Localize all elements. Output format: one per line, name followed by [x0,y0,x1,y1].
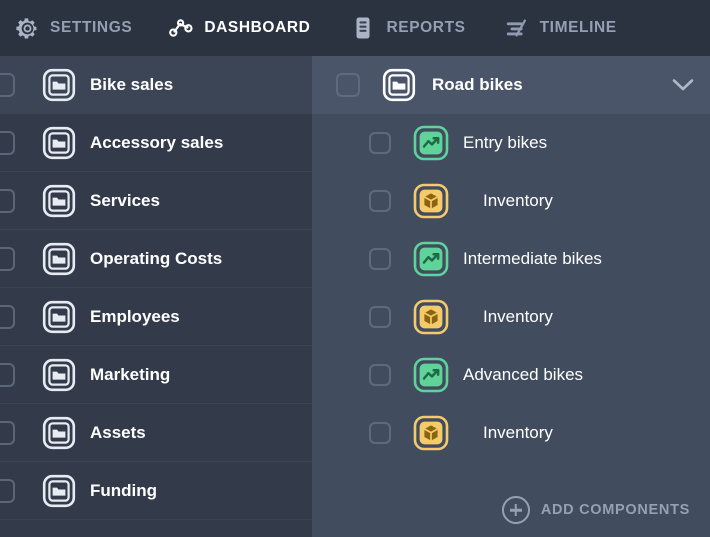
tab-dashboard[interactable]: DASHBOARD [158,0,336,56]
list-item[interactable]: Funding [0,462,312,520]
left-folder-list: Bike sales Accessory sales Services Oper… [0,56,312,537]
chart-trend-icon [413,125,449,161]
document-icon [350,15,376,41]
tree-item-sub[interactable]: Inventory [312,172,710,230]
checkbox[interactable] [336,73,360,97]
tab-settings[interactable]: SETTINGS [0,0,158,56]
tree-item-sub[interactable]: Inventory [312,404,710,462]
list-item-label: Funding [90,480,158,500]
tab-settings-label: SETTINGS [50,19,133,36]
list-item[interactable]: Accessory sales [0,114,312,172]
checkbox[interactable] [0,362,15,387]
top-navigation-bar: SETTINGS DASHBOARD REPORTS TIMELINE [0,0,710,56]
app-window: SETTINGS DASHBOARD REPORTS TIMELINE Bike… [0,0,710,537]
gear-icon [14,15,40,41]
tab-timeline[interactable]: TIMELINE [492,0,631,56]
checkbox[interactable] [0,478,15,503]
folder-icon [42,358,76,392]
chart-trend-icon [413,241,449,277]
cube-icon [413,299,449,335]
tree-item-component[interactable]: Advanced bikes [312,346,710,404]
checkbox[interactable] [0,304,15,329]
checkbox[interactable] [0,420,15,445]
checkbox[interactable] [0,246,15,271]
list-item-label: Employees [90,306,180,326]
tree-item-label: Entry bikes [463,133,548,152]
tab-reports-label: REPORTS [386,19,466,36]
tree-item-label: Intermediate bikes [463,249,602,268]
list-item[interactable]: Employees [0,288,312,346]
tree-item-label: Inventory [483,191,553,210]
right-component-tree: Road bikes Entry bikes Inventory Interme… [312,56,710,537]
checkbox[interactable] [369,422,391,444]
folder-icon [42,126,76,160]
chevron-down-icon[interactable] [670,72,696,98]
tree-item-sub[interactable]: Inventory [312,288,710,346]
list-item-label: Assets [90,422,146,442]
folder-icon [42,68,76,102]
tab-dashboard-label: DASHBOARD [204,19,311,36]
chart-trend-icon [413,357,449,393]
list-item[interactable]: Assets [0,404,312,462]
checkbox[interactable] [369,306,391,328]
tab-timeline-label: TIMELINE [539,19,617,36]
list-item-label: Accessory sales [90,132,224,152]
checkbox[interactable] [369,364,391,386]
list-item[interactable]: Services [0,172,312,230]
tree-root-row[interactable]: Road bikes [312,56,710,114]
panels-container: Bike sales Accessory sales Services Oper… [0,56,710,537]
timeline-icon [504,15,530,41]
cube-icon [413,415,449,451]
checkbox[interactable] [0,72,15,97]
nodes-icon [168,15,194,41]
tree-item-label: Advanced bikes [463,365,584,384]
folder-icon [382,68,416,102]
list-item[interactable]: Operating Costs [0,230,312,288]
list-item-label: Operating Costs [90,248,223,268]
list-item-label: Bike sales [90,74,174,94]
checkbox[interactable] [0,188,15,213]
tree-item-label: Inventory [483,307,553,326]
checkbox[interactable] [369,190,391,212]
list-item[interactable]: Bike sales [0,56,312,114]
checkbox[interactable] [0,130,15,155]
cube-icon [413,183,449,219]
plus-circle-icon [501,496,530,524]
list-item-label: Services [90,190,160,210]
add-components-button[interactable]: ADD COMPONENTS [312,483,710,537]
add-components-label: ADD COMPONENTS [540,502,690,518]
tab-reports[interactable]: REPORTS [336,0,491,56]
folder-icon [42,300,76,334]
list-item-label: Marketing [90,364,171,384]
tree-item-label: Inventory [483,423,553,442]
checkbox[interactable] [369,248,391,270]
folder-icon [42,416,76,450]
list-item[interactable]: Marketing [0,346,312,404]
folder-icon [42,474,76,508]
tree-item-component[interactable]: Entry bikes [312,114,710,172]
tree-item-component[interactable]: Intermediate bikes [312,230,710,288]
checkbox[interactable] [369,132,391,154]
tree-root-label: Road bikes [432,75,523,94]
folder-icon [42,184,76,218]
folder-icon [42,242,76,276]
